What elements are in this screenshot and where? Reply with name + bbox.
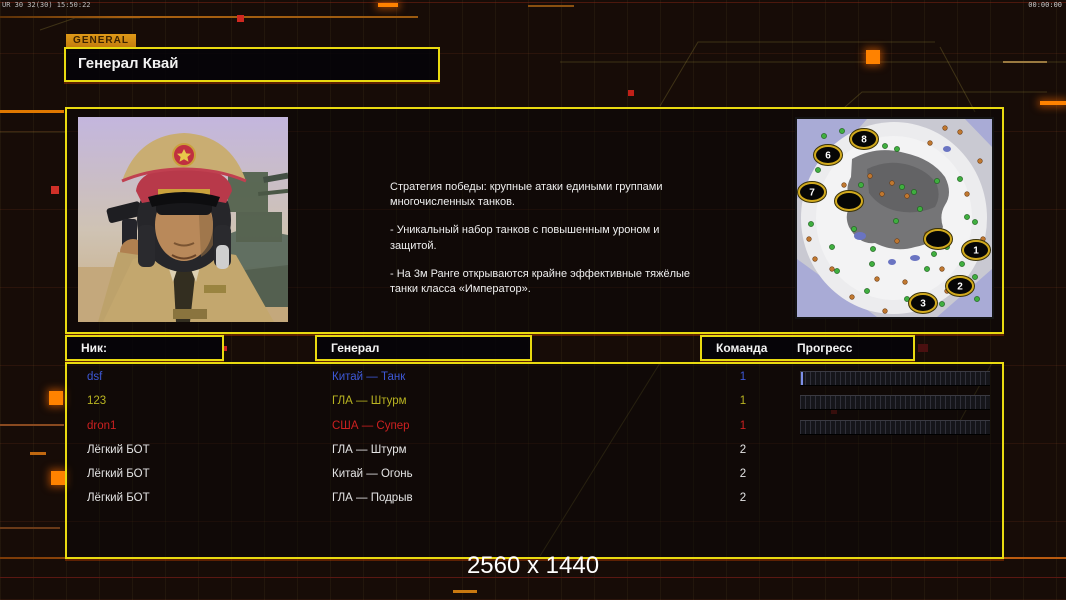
player-general: ГЛА — Штурм [332, 444, 407, 456]
deco-dash [1040, 101, 1066, 105]
header-nick-box: Ник: [65, 335, 224, 361]
deco-line [528, 5, 574, 7]
spawn-marker: 3 [908, 292, 938, 314]
description-paragraph: - На 3м Ранге открываются крайне эффекти… [390, 267, 691, 295]
spawn-marker [923, 228, 953, 250]
deco-square [51, 471, 65, 485]
column-header-general: Генерал [331, 341, 380, 355]
player-general: США — Супер [332, 420, 410, 432]
header-general-box: Генерал [315, 335, 532, 361]
player-row: 123 ГЛА — Штурм 1 [67, 390, 1002, 414]
svg-text:8: 8 [861, 135, 867, 146]
svg-text:1: 1 [973, 246, 979, 257]
general-info-panel: Стратегия победы: крупные атаки едиными … [65, 107, 1004, 334]
progress-bar [800, 420, 990, 435]
description-paragraph: - Уникальный набор танков с повышенным у… [390, 224, 660, 252]
player-general: Китай — Танк [332, 371, 406, 383]
deco-line [1003, 61, 1047, 63]
resolution-label: 2560 x 1440 [466, 552, 600, 579]
column-header-progress: Прогресс [797, 341, 853, 355]
player-team: 2 [739, 468, 747, 480]
progress-tick [801, 372, 803, 385]
player-team: 1 [739, 420, 747, 432]
deco-dash [30, 452, 46, 455]
debug-overlay-text: UR 30 32(30) 15:50:22 [2, 1, 91, 9]
page-title: Генерал Квай [78, 55, 179, 72]
player-team: 1 [739, 371, 747, 383]
deco-dash [453, 590, 477, 593]
general-title-box: Генерал Квай [64, 47, 440, 82]
player-row: Лёгкий БОТ Китай — Огонь 2 [67, 463, 1002, 487]
player-row: Лёгкий БОТ ГЛА — Подрыв 2 [67, 487, 1002, 511]
svg-text:3: 3 [920, 299, 926, 310]
player-nick: 123 [87, 395, 107, 407]
player-general: Китай — Огонь [332, 468, 413, 480]
player-team: 1 [739, 395, 747, 407]
spawn-marker: 8 [849, 128, 879, 150]
player-list-panel: dsf Китай — Танк 1 123 ГЛА — Штурм 1 dro… [65, 362, 1004, 559]
column-header-nick: Ник: [81, 341, 108, 355]
match-timer: 00:00:00 [1028, 1, 1062, 9]
deco-square-red [51, 186, 59, 194]
player-row: dsf Китай — Танк 1 [67, 366, 1002, 390]
player-general: ГЛА — Подрыв [332, 492, 413, 504]
column-header-team: Команда [716, 341, 768, 355]
player-team: 2 [739, 492, 747, 504]
tab-general-label: GENERAL [66, 34, 136, 47]
deco-line [0, 424, 64, 426]
player-row: Лёгкий БОТ ГЛА — Штурм 2 [67, 439, 1002, 463]
player-row: dron1 США — Супер 1 [67, 415, 1002, 439]
progress-bar [800, 395, 990, 410]
spawn-marker: 6 [813, 144, 843, 166]
spawn-marker: 1 [961, 239, 991, 261]
player-nick: dron1 [87, 420, 117, 432]
deco-dash [0, 110, 64, 113]
deco-line [0, 16, 418, 18]
deco-dash [378, 3, 398, 7]
player-nick: Лёгкий БОТ [87, 444, 150, 456]
deco-square [866, 50, 880, 64]
general-description: Стратегия победы: крупные атаки едиными … [390, 180, 690, 310]
player-nick: Лёгкий БОТ [87, 468, 150, 480]
spawn-marker: 7 [797, 181, 827, 203]
svg-text:2: 2 [957, 282, 963, 293]
spawn-marker: 2 [945, 275, 975, 297]
spawn-marker [834, 190, 864, 212]
description-paragraph: Стратегия победы: крупные атаки едиными … [390, 181, 663, 209]
progress-bar [800, 371, 990, 386]
header-team-progress-box: Команда Прогресс [700, 335, 915, 361]
map-preview: 8 6 7 1 2 3 [795, 117, 994, 319]
general-portrait [78, 117, 289, 322]
deco-square-dim [918, 344, 928, 352]
deco-square-red [628, 90, 634, 96]
svg-text:7: 7 [809, 188, 815, 199]
svg-text:6: 6 [825, 151, 831, 162]
player-general: ГЛА — Штурм [332, 395, 407, 407]
player-team: 2 [739, 444, 747, 456]
deco-line [0, 527, 60, 529]
deco-square-red [237, 15, 244, 22]
player-nick: Лёгкий БОТ [87, 492, 150, 504]
deco-square [49, 391, 63, 405]
top-hairline [0, 2, 1066, 3]
player-nick: dsf [87, 371, 103, 383]
